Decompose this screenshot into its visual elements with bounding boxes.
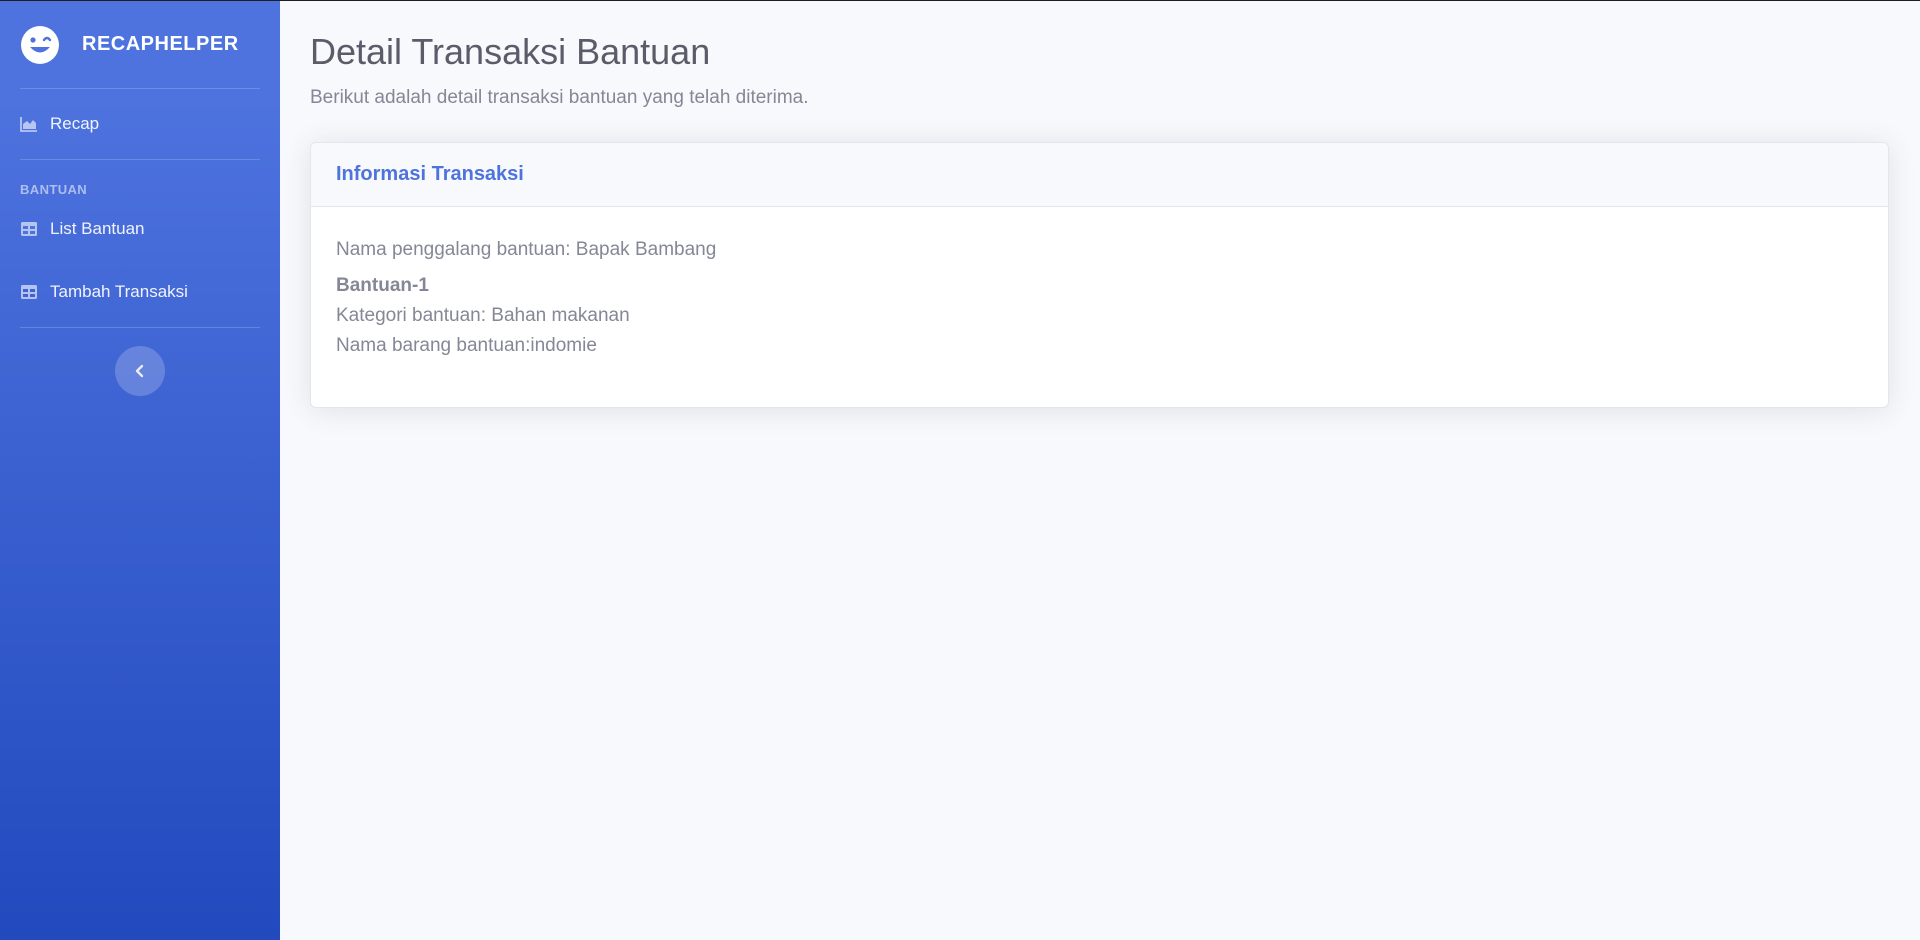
sidebar-toggle-wrap	[0, 328, 280, 396]
sidebar-item-label: List Bantuan	[50, 219, 145, 238]
kategori-text: Kategori bantuan: Bahan makanan	[336, 305, 630, 326]
chevron-left-icon	[135, 364, 144, 378]
sidebar-toggle-button[interactable]	[115, 346, 165, 396]
brand-name: RECAPHELPER	[82, 33, 239, 55]
laugh-wink-icon	[20, 25, 60, 65]
bantuan-title: Bantuan-1	[336, 275, 429, 296]
area-chart-icon	[20, 115, 38, 133]
sidebar-item-list-bantuan[interactable]: List Bantuan	[0, 201, 280, 257]
card-header: Informasi Transaksi	[311, 143, 1888, 207]
penggalang-text: Nama penggalang bantuan: Bapak Bambang	[336, 239, 717, 260]
sidebar-brand[interactable]: RECAPHELPER	[0, 1, 280, 88]
sidebar: RECAPHELPER Recap BANTUAN List Bantuan T…	[0, 1, 280, 940]
sidebar-item-recap[interactable]: Recap	[0, 89, 280, 159]
sidebar-item-tambah-transaksi[interactable]: Tambah Transaksi	[0, 257, 280, 327]
main-content: Detail Transaksi Bantuan Berikut adalah …	[280, 1, 1920, 940]
card-title: Informasi Transaksi	[336, 163, 524, 185]
table-icon	[20, 220, 38, 238]
transaction-card: Informasi Transaksi Nama penggalang bant…	[310, 142, 1889, 408]
sidebar-item-label: Tambah Transaksi	[50, 282, 188, 301]
sidebar-heading: BANTUAN	[20, 182, 88, 197]
page-wrapper: RECAPHELPER Recap BANTUAN List Bantuan T…	[0, 0, 1920, 940]
page-title: Detail Transaksi Bantuan	[310, 31, 711, 72]
page-subtitle: Berikut adalah detail transaksi bantuan …	[310, 87, 809, 108]
card-body: Nama penggalang bantuan: Bapak Bambang B…	[311, 207, 1888, 407]
barang-text: Nama barang bantuan:indomie	[336, 335, 597, 356]
sidebar-item-label: Recap	[50, 114, 100, 133]
table-icon	[20, 283, 38, 301]
